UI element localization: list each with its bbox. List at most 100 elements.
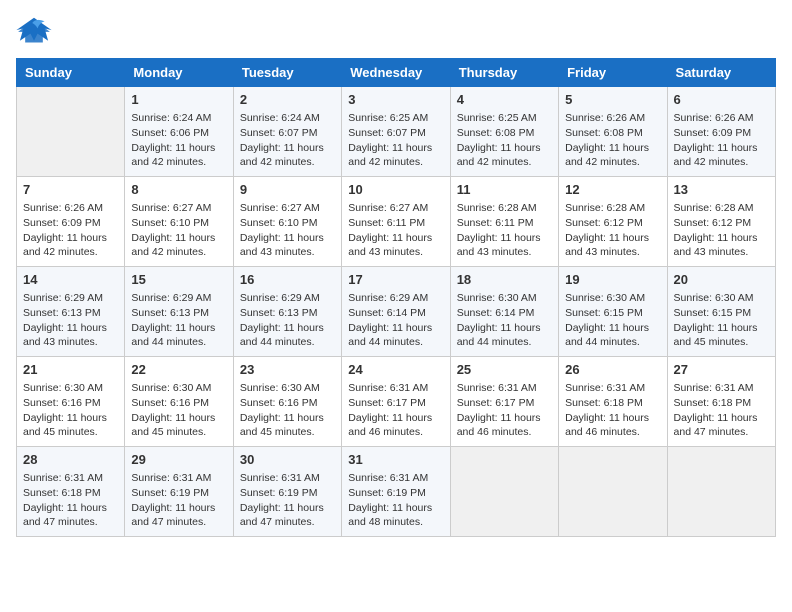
day-number: 28 <box>23 451 118 469</box>
logo <box>16 16 56 46</box>
day-info: Sunrise: 6:24 AMSunset: 6:07 PMDaylight:… <box>240 111 335 170</box>
day-number: 8 <box>131 181 226 199</box>
calendar-cell: 18 Sunrise: 6:30 AMSunset: 6:14 PMDayligh… <box>450 267 558 357</box>
logo-icon <box>16 16 52 46</box>
weekday-header-friday: Friday <box>559 59 667 87</box>
day-number: 1 <box>131 91 226 109</box>
day-number: 18 <box>457 271 552 289</box>
day-info: Sunrise: 6:28 AMSunset: 6:12 PMDaylight:… <box>674 201 769 260</box>
day-number: 16 <box>240 271 335 289</box>
calendar-cell: 24 Sunrise: 6:31 AMSunset: 6:17 PMDayligh… <box>342 357 450 447</box>
day-info: Sunrise: 6:30 AMSunset: 6:16 PMDaylight:… <box>131 381 226 440</box>
day-info: Sunrise: 6:27 AMSunset: 6:10 PMDaylight:… <box>131 201 226 260</box>
calendar-cell: 31Sunrise: 6:31 AMSunset: 6:19 PMDayligh… <box>342 447 450 537</box>
calendar-cell <box>450 447 558 537</box>
week-row-3: 14 Sunrise: 6:29 AMSunset: 6:13 PMDayligh… <box>17 267 776 357</box>
calendar-cell: 8 Sunrise: 6:27 AMSunset: 6:10 PMDaylight… <box>125 177 233 267</box>
header <box>16 16 776 46</box>
day-info: Sunrise: 6:31 AMSunset: 6:19 PMDaylight:… <box>131 471 226 530</box>
day-number: 7 <box>23 181 118 199</box>
day-number: 4 <box>457 91 552 109</box>
calendar-cell: 3 Sunrise: 6:25 AMSunset: 6:07 PMDaylight… <box>342 87 450 177</box>
day-number: 11 <box>457 181 552 199</box>
week-row-5: 28 Sunrise: 6:31 AMSunset: 6:18 PMDayligh… <box>17 447 776 537</box>
calendar-cell: 14 Sunrise: 6:29 AMSunset: 6:13 PMDayligh… <box>17 267 125 357</box>
day-info: Sunrise: 6:30 AMSunset: 6:14 PMDaylight:… <box>457 291 552 350</box>
weekday-header-monday: Monday <box>125 59 233 87</box>
day-info: Sunrise: 6:26 AMSunset: 6:08 PMDaylight:… <box>565 111 660 170</box>
day-number: 30 <box>240 451 335 469</box>
day-info: Sunrise: 6:27 AMSunset: 6:10 PMDaylight:… <box>240 201 335 260</box>
day-number: 25 <box>457 361 552 379</box>
week-row-1: 1 Sunrise: 6:24 AMSunset: 6:06 PMDaylight… <box>17 87 776 177</box>
day-info: Sunrise: 6:25 AMSunset: 6:07 PMDaylight:… <box>348 111 443 170</box>
day-info: Sunrise: 6:25 AMSunset: 6:08 PMDaylight:… <box>457 111 552 170</box>
day-number: 24 <box>348 361 443 379</box>
day-number: 29 <box>131 451 226 469</box>
calendar-cell: 5 Sunrise: 6:26 AMSunset: 6:08 PMDaylight… <box>559 87 667 177</box>
day-info: Sunrise: 6:29 AMSunset: 6:13 PMDaylight:… <box>240 291 335 350</box>
day-number: 3 <box>348 91 443 109</box>
calendar-cell: 7 Sunrise: 6:26 AMSunset: 6:09 PMDaylight… <box>17 177 125 267</box>
weekday-header-row: SundayMondayTuesdayWednesdayThursdayFrid… <box>17 59 776 87</box>
day-info: Sunrise: 6:29 AMSunset: 6:13 PMDaylight:… <box>23 291 118 350</box>
weekday-header-tuesday: Tuesday <box>233 59 341 87</box>
day-info: Sunrise: 6:31 AMSunset: 6:19 PMDaylight:… <box>348 471 443 530</box>
weekday-header-saturday: Saturday <box>667 59 775 87</box>
day-info: Sunrise: 6:31 AMSunset: 6:17 PMDaylight:… <box>457 381 552 440</box>
day-number: 5 <box>565 91 660 109</box>
calendar-cell: 13 Sunrise: 6:28 AMSunset: 6:12 PMDayligh… <box>667 177 775 267</box>
calendar-cell: 11 Sunrise: 6:28 AMSunset: 6:11 PMDayligh… <box>450 177 558 267</box>
calendar-cell: 16 Sunrise: 6:29 AMSunset: 6:13 PMDayligh… <box>233 267 341 357</box>
calendar-cell: 1 Sunrise: 6:24 AMSunset: 6:06 PMDaylight… <box>125 87 233 177</box>
calendar-cell: 6Sunrise: 6:26 AMSunset: 6:09 PMDaylight… <box>667 87 775 177</box>
calendar-cell: 30Sunrise: 6:31 AMSunset: 6:19 PMDayligh… <box>233 447 341 537</box>
calendar-cell: 10 Sunrise: 6:27 AMSunset: 6:11 PMDayligh… <box>342 177 450 267</box>
calendar-cell: 26 Sunrise: 6:31 AMSunset: 6:18 PMDayligh… <box>559 357 667 447</box>
day-number: 26 <box>565 361 660 379</box>
day-info: Sunrise: 6:31 AMSunset: 6:18 PMDaylight:… <box>23 471 118 530</box>
day-number: 12 <box>565 181 660 199</box>
day-info: Sunrise: 6:31 AMSunset: 6:18 PMDaylight:… <box>565 381 660 440</box>
day-info: Sunrise: 6:29 AMSunset: 6:13 PMDaylight:… <box>131 291 226 350</box>
day-number: 21 <box>23 361 118 379</box>
day-info: Sunrise: 6:28 AMSunset: 6:12 PMDaylight:… <box>565 201 660 260</box>
day-info: Sunrise: 6:29 AMSunset: 6:14 PMDaylight:… <box>348 291 443 350</box>
day-info: Sunrise: 6:28 AMSunset: 6:11 PMDaylight:… <box>457 201 552 260</box>
calendar-cell: 12 Sunrise: 6:28 AMSunset: 6:12 PMDayligh… <box>559 177 667 267</box>
day-number: 22 <box>131 361 226 379</box>
day-number: 9 <box>240 181 335 199</box>
calendar-cell: 17Sunrise: 6:29 AMSunset: 6:14 PMDayligh… <box>342 267 450 357</box>
day-info: Sunrise: 6:31 AMSunset: 6:18 PMDaylight:… <box>674 381 769 440</box>
calendar-cell: 20Sunrise: 6:30 AMSunset: 6:15 PMDayligh… <box>667 267 775 357</box>
week-row-4: 21 Sunrise: 6:30 AMSunset: 6:16 PMDayligh… <box>17 357 776 447</box>
calendar-cell: 21 Sunrise: 6:30 AMSunset: 6:16 PMDayligh… <box>17 357 125 447</box>
day-number: 27 <box>674 361 769 379</box>
weekday-header-wednesday: Wednesday <box>342 59 450 87</box>
calendar-cell: 28 Sunrise: 6:31 AMSunset: 6:18 PMDayligh… <box>17 447 125 537</box>
weekday-header-sunday: Sunday <box>17 59 125 87</box>
day-number: 19 <box>565 271 660 289</box>
calendar-cell <box>17 87 125 177</box>
calendar-cell: 15 Sunrise: 6:29 AMSunset: 6:13 PMDayligh… <box>125 267 233 357</box>
calendar-cell <box>667 447 775 537</box>
calendar-table: SundayMondayTuesdayWednesdayThursdayFrid… <box>16 58 776 537</box>
day-number: 15 <box>131 271 226 289</box>
day-number: 14 <box>23 271 118 289</box>
calendar-cell: 23Sunrise: 6:30 AMSunset: 6:16 PMDayligh… <box>233 357 341 447</box>
week-row-2: 7 Sunrise: 6:26 AMSunset: 6:09 PMDaylight… <box>17 177 776 267</box>
day-info: Sunrise: 6:26 AMSunset: 6:09 PMDaylight:… <box>23 201 118 260</box>
day-number: 10 <box>348 181 443 199</box>
calendar-cell <box>559 447 667 537</box>
day-info: Sunrise: 6:30 AMSunset: 6:16 PMDaylight:… <box>23 381 118 440</box>
day-info: Sunrise: 6:24 AMSunset: 6:06 PMDaylight:… <box>131 111 226 170</box>
day-info: Sunrise: 6:30 AMSunset: 6:15 PMDaylight:… <box>565 291 660 350</box>
day-info: Sunrise: 6:31 AMSunset: 6:17 PMDaylight:… <box>348 381 443 440</box>
calendar-cell: 27 Sunrise: 6:31 AMSunset: 6:18 PMDayligh… <box>667 357 775 447</box>
calendar-cell: 22 Sunrise: 6:30 AMSunset: 6:16 PMDayligh… <box>125 357 233 447</box>
calendar-cell: 29 Sunrise: 6:31 AMSunset: 6:19 PMDayligh… <box>125 447 233 537</box>
day-info: Sunrise: 6:27 AMSunset: 6:11 PMDaylight:… <box>348 201 443 260</box>
day-number: 13 <box>674 181 769 199</box>
day-info: Sunrise: 6:30 AMSunset: 6:16 PMDaylight:… <box>240 381 335 440</box>
calendar-cell: 25 Sunrise: 6:31 AMSunset: 6:17 PMDayligh… <box>450 357 558 447</box>
